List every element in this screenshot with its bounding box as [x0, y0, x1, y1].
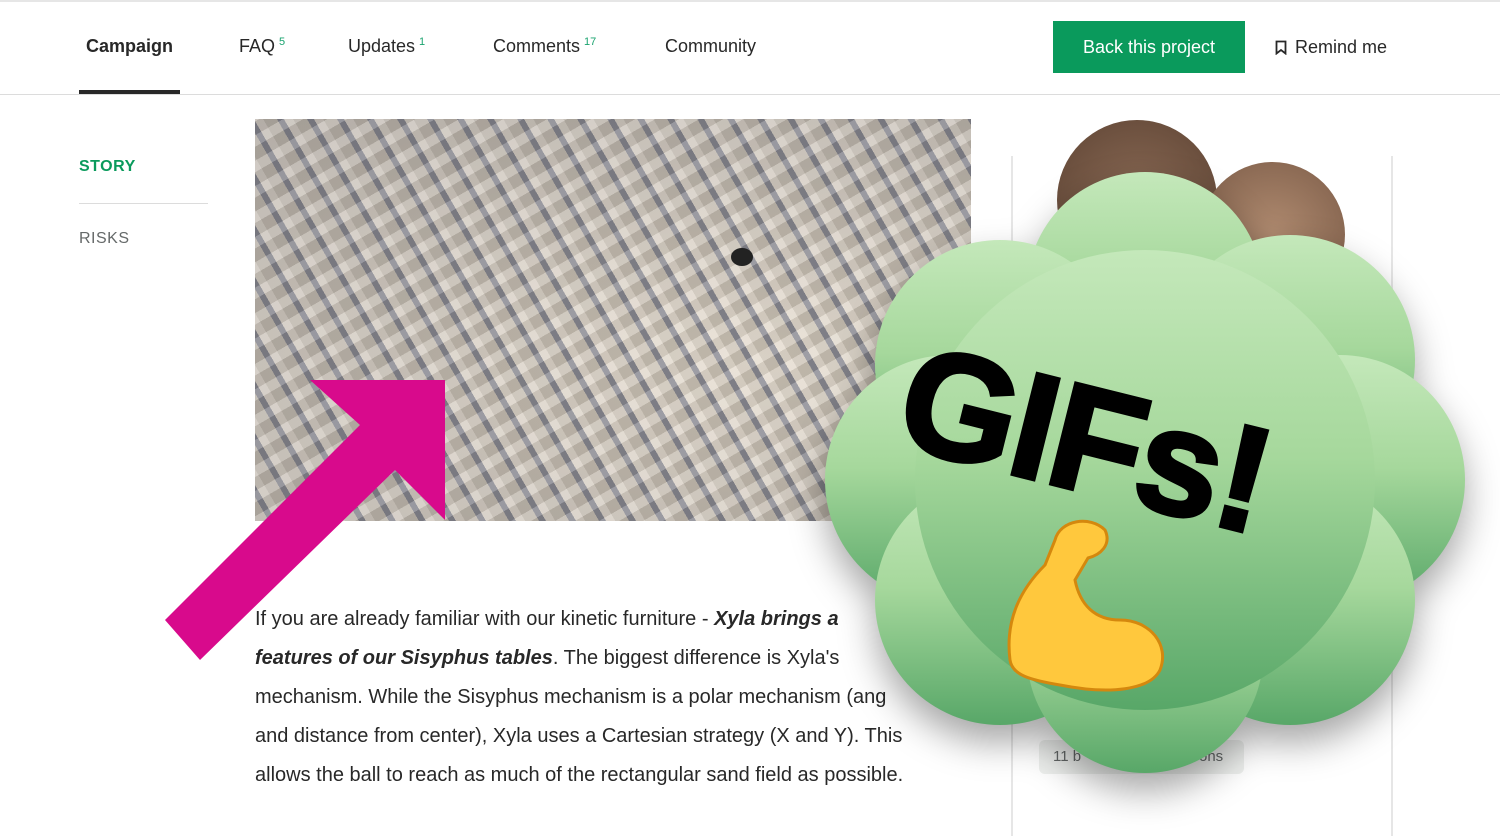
tab-faq[interactable]: FAQ 5 — [239, 36, 285, 57]
tab-comments[interactable]: Comments 17 — [493, 36, 596, 57]
project-nav: Campaign FAQ 5 Updates 1 Comments 17 Commun… — [0, 2, 1500, 95]
tab-count: 5 — [279, 36, 286, 48]
tab-label: Updates — [348, 36, 416, 56]
tab-campaign[interactable]: Campaign — [86, 36, 173, 57]
active-tab-indicator — [79, 90, 180, 94]
sidebar-divider — [79, 203, 208, 204]
tab-label: Community — [665, 36, 757, 56]
sidebar-item-story[interactable]: STORY — [79, 158, 136, 176]
pointer-arrow-icon — [165, 380, 445, 660]
tab-updates[interactable]: Updates 1 — [348, 36, 425, 57]
steel-ball — [731, 248, 753, 266]
tab-label: Comments — [493, 36, 581, 56]
tab-count: 17 — [584, 36, 597, 48]
back-this-project-button[interactable]: Back this project — [1053, 21, 1245, 73]
remind-label: Remind me — [1295, 37, 1388, 57]
bookmark-icon — [1275, 40, 1287, 55]
remind-me-button[interactable]: Remind me — [1275, 37, 1387, 58]
sidebar-item-risks[interactable]: RISKS — [79, 230, 130, 248]
flexed-biceps-icon — [1007, 519, 1165, 692]
tab-label: FAQ — [239, 36, 276, 56]
tab-community[interactable]: Community — [665, 36, 756, 57]
tab-label: Campaign — [86, 36, 174, 56]
tab-count: 1 — [419, 36, 426, 48]
story-text-run: . The biggest difference is Xyla's — [552, 647, 840, 669]
